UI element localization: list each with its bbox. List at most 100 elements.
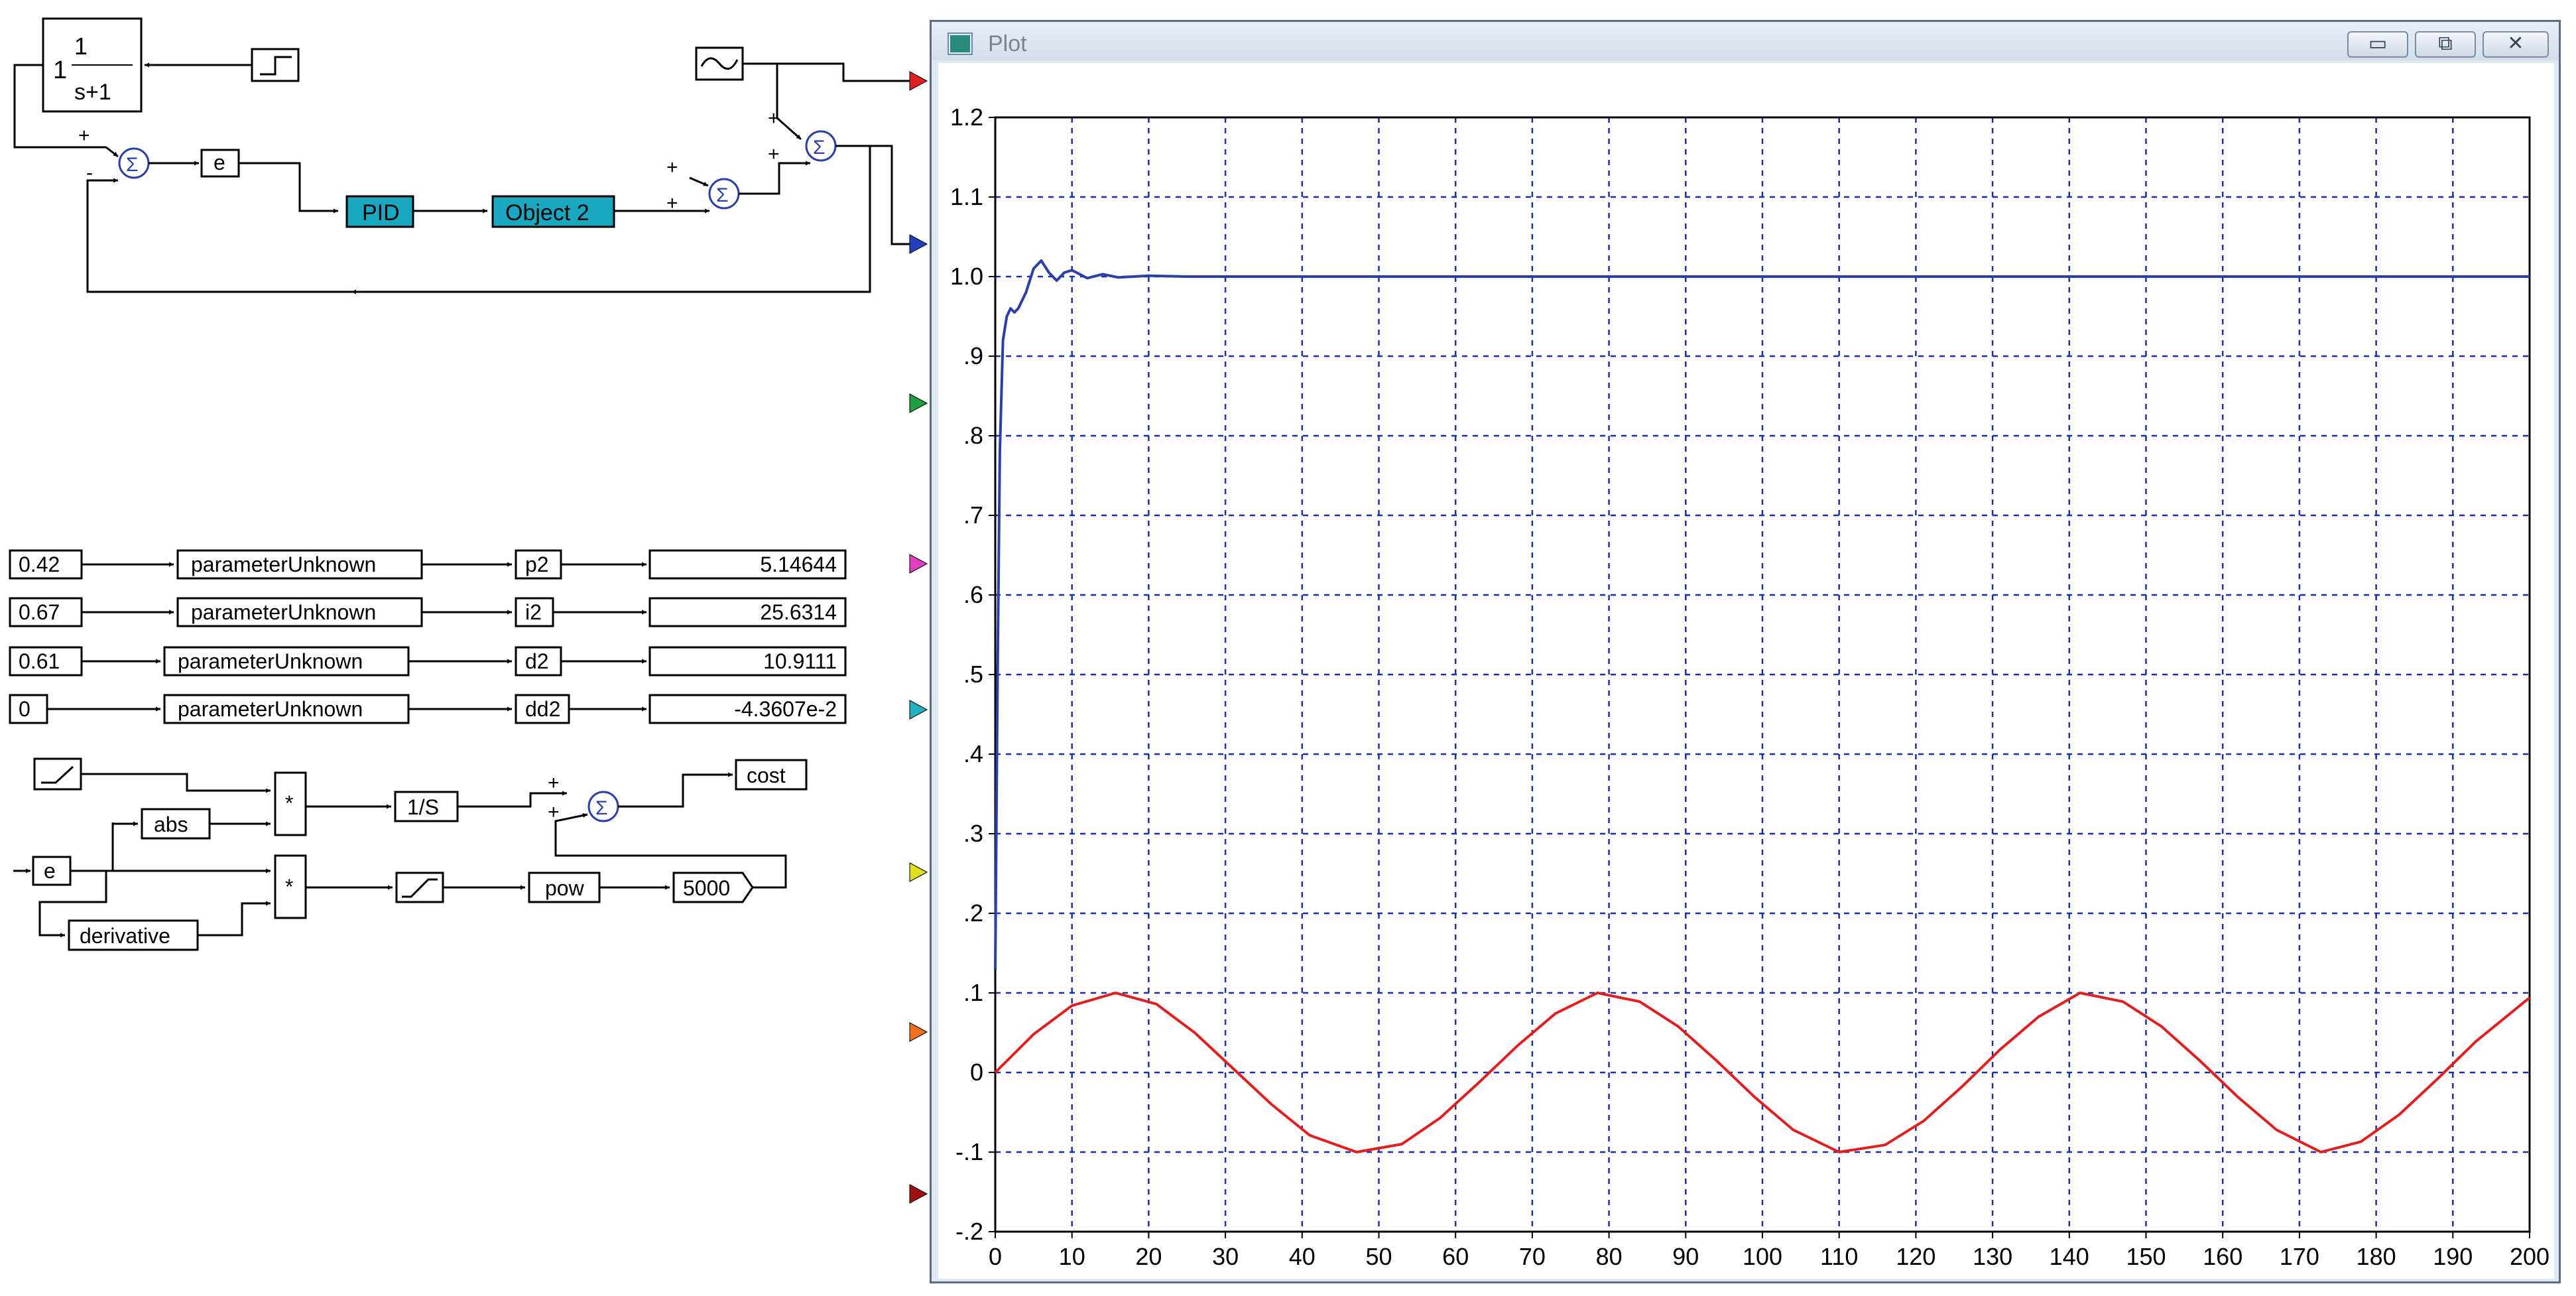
svg-text:derivative: derivative bbox=[80, 924, 170, 948]
tf-gain: 1 bbox=[53, 56, 67, 84]
y-tick-label: 1.1 bbox=[950, 183, 983, 210]
svg-text:5000: 5000 bbox=[683, 876, 730, 900]
output-port-7[interactable] bbox=[909, 1022, 928, 1042]
sine-source-block[interactable] bbox=[695, 46, 744, 81]
svg-text:d2: d2 bbox=[525, 649, 549, 673]
svg-text:pow: pow bbox=[545, 876, 585, 900]
output-port-4[interactable] bbox=[909, 554, 928, 574]
sum2-plus-a: + bbox=[666, 157, 678, 178]
pid-block[interactable]: PID bbox=[345, 195, 414, 228]
svg-text:PID: PID bbox=[362, 200, 400, 226]
sum3-plus-a: + bbox=[768, 107, 780, 129]
plot-window-icon bbox=[949, 34, 971, 54]
svg-text:0.42: 0.42 bbox=[19, 552, 60, 576]
output-port-6[interactable] bbox=[909, 862, 928, 882]
multiply-block-1[interactable]: * bbox=[274, 771, 307, 836]
x-tick-label: 60 bbox=[1442, 1243, 1469, 1270]
transfer-function-block[interactable]: 1 1 s+1 bbox=[42, 17, 143, 113]
error-goto-block[interactable]: e bbox=[200, 149, 240, 178]
abs-block[interactable]: abs bbox=[141, 808, 211, 840]
svg-text:cost: cost bbox=[747, 763, 786, 787]
x-tick-label: 90 bbox=[1672, 1243, 1699, 1270]
output-port-5[interactable] bbox=[909, 700, 928, 720]
x-tick-label: 190 bbox=[2433, 1243, 2473, 1270]
param-row-dd2: 0 parameterUnknown dd2 -4.3607e-2 bbox=[9, 694, 847, 724]
x-tick-label: 130 bbox=[1973, 1243, 2012, 1270]
param-row-d2: 0.61 parameterUnknown d2 10.9111 bbox=[9, 646, 847, 677]
svg-text:Σ: Σ bbox=[595, 797, 608, 819]
y-tick-label: .8 bbox=[963, 422, 983, 449]
time-series-chart[interactable]: 0 10 20 30 40 50 60 70 80 90 100 110 120 130 140 150 160… bbox=[938, 63, 2554, 1296]
minimize-button[interactable]: ▭ bbox=[2347, 31, 2408, 58]
restore-button[interactable]: ⧉ bbox=[2415, 31, 2476, 58]
x-tick-label: 120 bbox=[1896, 1243, 1935, 1270]
x-tick-label: 160 bbox=[2203, 1243, 2242, 1270]
svg-text:parameterUnknown: parameterUnknown bbox=[178, 649, 363, 673]
close-icon: ✕ bbox=[2507, 32, 2524, 55]
x-tick-label: 30 bbox=[1212, 1243, 1239, 1270]
x-tick-label: 110 bbox=[1820, 1243, 1858, 1270]
x-tick-label: 10 bbox=[1059, 1243, 1085, 1270]
svg-text:parameterUnknown: parameterUnknown bbox=[178, 697, 363, 721]
x-tick-label: 180 bbox=[2357, 1243, 2396, 1270]
error-from-block[interactable]: e bbox=[32, 856, 72, 886]
sum2-plus-b: + bbox=[666, 192, 678, 214]
multiply-block-2[interactable]: * bbox=[274, 854, 307, 919]
plot-area[interactable]: 0 10 20 30 40 50 60 70 80 90 100 110 120 130 140 150 160… bbox=[938, 63, 2554, 1296]
minimize-icon: ▭ bbox=[2368, 32, 2388, 55]
integrator-block[interactable]: 1/S bbox=[394, 791, 459, 822]
svg-text:*: * bbox=[285, 875, 293, 899]
saturation-block[interactable] bbox=[395, 872, 444, 903]
x-tick-label: 40 bbox=[1289, 1243, 1316, 1270]
x-tick-label: 50 bbox=[1365, 1243, 1392, 1270]
pow-block[interactable]: pow bbox=[528, 872, 601, 903]
y-tick-label: 1.0 bbox=[950, 263, 983, 290]
y-tick-label: .5 bbox=[963, 661, 983, 688]
sum-block-2[interactable]: Σ bbox=[708, 178, 740, 210]
close-button[interactable]: ✕ bbox=[2483, 31, 2549, 58]
sum-block-cost[interactable]: Σ bbox=[587, 791, 619, 822]
plot-window[interactable]: Plot ▭ ⧉ ✕ 0 10 20 30 40 50 60 70 80 90 100 110 120 1… bbox=[930, 20, 2561, 1296]
tf-numerator: 1 bbox=[74, 32, 88, 60]
y-tick-label: .9 bbox=[963, 342, 983, 369]
x-tick-label: 80 bbox=[1596, 1243, 1623, 1270]
svg-text:25.6314: 25.6314 bbox=[760, 600, 837, 624]
plot-title-bar[interactable]: Plot ▭ ⧉ ✕ bbox=[932, 22, 2559, 60]
output-port-8[interactable] bbox=[909, 1184, 928, 1204]
svg-text:10.9111: 10.9111 bbox=[763, 649, 837, 673]
x-tick-label: 150 bbox=[2126, 1243, 2166, 1270]
const-5000-tag[interactable]: 5000 bbox=[672, 872, 754, 903]
x-tick-label: 170 bbox=[2280, 1243, 2319, 1270]
cost-output-block[interactable]: cost bbox=[735, 759, 808, 791]
x-tick-label: 100 bbox=[1743, 1243, 1782, 1270]
x-tick-label: 0 bbox=[989, 1243, 1002, 1270]
sum-block-3[interactable]: Σ bbox=[805, 130, 837, 162]
output-port-2[interactable] bbox=[909, 234, 928, 254]
y-tick-label: -.1 bbox=[955, 1138, 983, 1165]
ramp-source-block[interactable] bbox=[33, 757, 82, 791]
derivative-block[interactable]: derivative bbox=[68, 919, 199, 951]
svg-text:Σ: Σ bbox=[716, 184, 729, 206]
x-tick-label: 70 bbox=[1519, 1243, 1546, 1270]
y-tick-label: .7 bbox=[963, 501, 983, 529]
object-2-block[interactable]: Object 2 bbox=[491, 195, 615, 228]
svg-text:5.14644: 5.14644 bbox=[760, 552, 837, 576]
x-tick-label: 140 bbox=[2050, 1243, 2089, 1270]
svg-text:i2: i2 bbox=[525, 600, 542, 624]
plot-window-title: Plot bbox=[988, 31, 1027, 56]
y-tick-label: .4 bbox=[963, 740, 983, 767]
svg-text:0.61: 0.61 bbox=[19, 649, 60, 673]
svg-text:Σ: Σ bbox=[813, 137, 826, 159]
step-source-block[interactable] bbox=[251, 48, 300, 82]
param-row-p2: 0.42 parameterUnknown p2 5.14644 bbox=[9, 549, 847, 580]
svg-text:1/S: 1/S bbox=[407, 795, 439, 819]
y-tick-label: .1 bbox=[963, 979, 983, 1006]
svg-text:-4.3607e-2: -4.3607e-2 bbox=[734, 697, 837, 721]
output-port-3[interactable] bbox=[909, 393, 928, 413]
svg-text:Σ: Σ bbox=[126, 154, 139, 176]
output-ports bbox=[909, 71, 928, 1204]
sum-block-1[interactable]: Σ bbox=[118, 147, 150, 179]
output-port-1[interactable] bbox=[909, 71, 928, 91]
x-tick-label: 20 bbox=[1135, 1243, 1162, 1270]
svg-text:e: e bbox=[44, 859, 56, 883]
